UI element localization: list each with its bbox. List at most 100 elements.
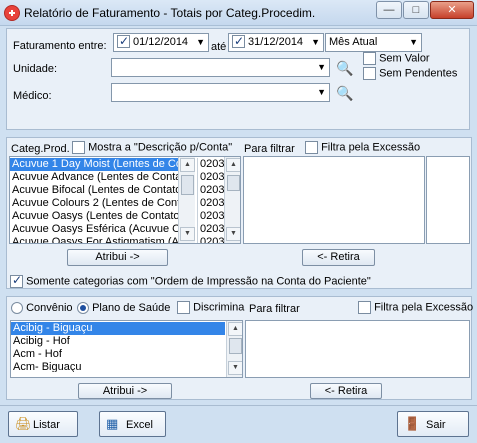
doctor-select[interactable]: ▼	[111, 83, 330, 102]
sem-valor-option[interactable]: Sem Valor	[363, 52, 430, 65]
scroll-down-icon[interactable]: ▼	[226, 227, 240, 241]
excel-button[interactable]: ▦ Excel	[99, 411, 166, 437]
atribui-plan-button[interactable]: Atribui ->	[78, 383, 172, 399]
show-desc-option[interactable]: Mostra a "Descrição p/Conta"	[72, 141, 232, 154]
scroll-up-icon[interactable]: ▲	[228, 322, 242, 336]
maximize-button[interactable]: □	[403, 1, 429, 19]
category-name: Acuvue Colours 2 (Lentes de Cont	[12, 197, 178, 209]
category-code: 0203	[200, 171, 225, 183]
discrimina-checkbox[interactable]	[177, 301, 190, 314]
list-item[interactable]: Acibig - Biguaçu	[11, 322, 225, 335]
sem-pendentes-checkbox[interactable]	[363, 67, 376, 80]
category-name: Acuvue 1 Day Moist (Lentes de Co	[12, 158, 178, 170]
retira-category-button[interactable]: <- Retira	[302, 249, 375, 266]
discrimina-label: Discrimina	[193, 301, 245, 314]
atribui-category-button[interactable]: Atribui ->	[67, 249, 168, 266]
chevron-down-icon[interactable]: ▼	[311, 34, 320, 51]
category-code: 0203	[200, 158, 225, 170]
close-button[interactable]: ✕	[430, 1, 474, 19]
filter-category-list[interactable]	[243, 156, 425, 244]
date-to-field[interactable]: 31/12/2014 ▼	[228, 33, 324, 52]
list-item[interactable]: Acuvue Colours 2 (Lentes de Cont	[10, 197, 178, 210]
category-name: Acuvue Advance (Lentes de Conta	[12, 171, 178, 183]
list-item[interactable]: Acuvue Oasys (Lentes de Contato	[10, 210, 178, 223]
filtra-excecao-label: Filtra pela Excessão	[321, 141, 421, 154]
sair-label: Sair	[426, 419, 446, 431]
search-doctor-icon[interactable]: 🔍	[335, 83, 355, 103]
date-from-value: 01/12/2014	[133, 36, 189, 48]
convenio-label: Convênio	[26, 302, 73, 314]
para-filtrar-label: Para filtrar	[244, 143, 295, 155]
scroll-thumb[interactable]	[229, 338, 242, 354]
scroll-down-icon[interactable]: ▼	[228, 361, 242, 375]
list-item[interactable]: Acm - Hof	[11, 348, 225, 361]
filtra-excecao-checkbox[interactable]	[305, 141, 318, 154]
app-icon	[4, 5, 20, 21]
chevron-down-icon[interactable]: ▼	[196, 34, 205, 51]
category-name: Acuvue Oasys Esférica (Acuvue O	[12, 223, 178, 235]
period-select-value: Mês Atual	[329, 36, 378, 48]
plans-filtra-excecao-checkbox[interactable]	[358, 301, 371, 314]
category-code: 0203	[200, 184, 225, 196]
category-name: Acuvue Oasys (Lentes de Contato	[12, 210, 178, 222]
chevron-down-icon[interactable]: ▼	[409, 34, 418, 51]
date-from-field[interactable]: 01/12/2014 ▼	[113, 33, 209, 52]
plano-saude-option[interactable]: Plano de Saúde	[77, 302, 171, 315]
excel-label: Excel	[126, 419, 153, 431]
exception-category-list[interactable]	[426, 156, 470, 244]
scroll-thumb[interactable]	[181, 175, 194, 195]
list-item[interactable]: Acuvue Oasys Esférica (Acuvue O	[10, 223, 178, 236]
window-title: Relatório de Faturamento - Totais por Ca…	[24, 6, 316, 20]
printer-icon: 🖨	[15, 416, 32, 431]
period-select[interactable]: Mês Atual ▼	[325, 33, 422, 52]
unit-select[interactable]: ▼	[111, 58, 330, 77]
show-desc-checkbox[interactable]	[72, 141, 85, 154]
plans-list-scrollbar[interactable]: ▲ ▼	[226, 321, 242, 377]
scroll-up-icon[interactable]: ▲	[180, 158, 195, 172]
category-code: 0203	[200, 223, 225, 235]
list-item[interactable]: Acm- Biguaçu	[11, 361, 225, 372]
plans-list[interactable]: Acibig - Biguaçu Acibig - Hof Acm - Hof …	[10, 320, 243, 378]
plano-saude-radio[interactable]	[77, 302, 89, 315]
listar-button[interactable]: 🖨Listar	[8, 411, 78, 437]
plan-name: Acibig - Biguaçu	[13, 322, 93, 334]
listar-label: Listar	[33, 419, 60, 431]
date-to-checkbox[interactable]	[232, 34, 245, 50]
ordem-impressao-checkbox[interactable]	[10, 273, 23, 288]
discrimina-option[interactable]: Discrimina	[177, 301, 244, 314]
scroll-thumb[interactable]	[227, 175, 240, 191]
category-list[interactable]: Acuvue 1 Day Moist (Lentes de Co Acuvue …	[9, 156, 241, 244]
list-item[interactable]: Acuvue Oasys For Astigmatism (Ac	[10, 236, 178, 243]
list-item[interactable]: Acuvue Advance (Lentes de Conta	[10, 171, 178, 184]
sem-valor-checkbox[interactable]	[363, 52, 376, 65]
date-to-value: 31/12/2014	[248, 36, 304, 48]
sair-button[interactable]: 🚪 Sair	[397, 411, 469, 437]
plans-filter-list[interactable]	[245, 320, 470, 378]
category-list-scrollbar[interactable]: ▲ ▼	[178, 157, 195, 243]
plans-para-filtrar-label: Para filtrar	[249, 303, 300, 315]
list-item[interactable]: Acuvue 1 Day Moist (Lentes de Co	[10, 158, 178, 171]
scroll-down-icon[interactable]: ▼	[180, 227, 195, 241]
plan-name: Acm - Hof	[13, 348, 62, 360]
list-item[interactable]: Acibig - Hof	[11, 335, 225, 348]
minimize-button[interactable]: —	[376, 1, 402, 19]
chevron-down-icon[interactable]: ▼	[317, 59, 326, 76]
sem-pendentes-label: Sem Pendentes	[379, 67, 458, 80]
scroll-up-icon[interactable]: ▲	[226, 158, 240, 172]
date-from-checkbox[interactable]	[117, 34, 130, 50]
convenio-radio[interactable]	[11, 302, 23, 315]
chevron-down-icon[interactable]: ▼	[317, 84, 326, 101]
list-item[interactable]: Acuvue Bifocal (Lentes de Contato	[10, 184, 178, 197]
search-unit-icon[interactable]: 🔍	[335, 58, 355, 78]
filtra-excecao-option[interactable]: Filtra pela Excessão	[305, 141, 420, 154]
code-list-scrollbar[interactable]: ▲ ▼	[224, 157, 240, 243]
plan-name: Acibig - Hof	[13, 335, 70, 347]
exit-door-icon: 🚪	[404, 416, 421, 431]
plano-saude-label: Plano de Saúde	[92, 302, 171, 314]
convenio-option[interactable]: Convênio	[11, 302, 73, 315]
sem-pendentes-option[interactable]: Sem Pendentes	[363, 67, 457, 80]
sem-valor-label: Sem Valor	[379, 52, 430, 65]
retira-plan-button[interactable]: <- Retira	[310, 383, 382, 399]
plans-filtra-excecao-option[interactable]: Filtra pela Excessão	[358, 301, 473, 314]
ordem-impressao-option[interactable]: Somente categorias com "Ordem de Impress…	[10, 273, 371, 288]
